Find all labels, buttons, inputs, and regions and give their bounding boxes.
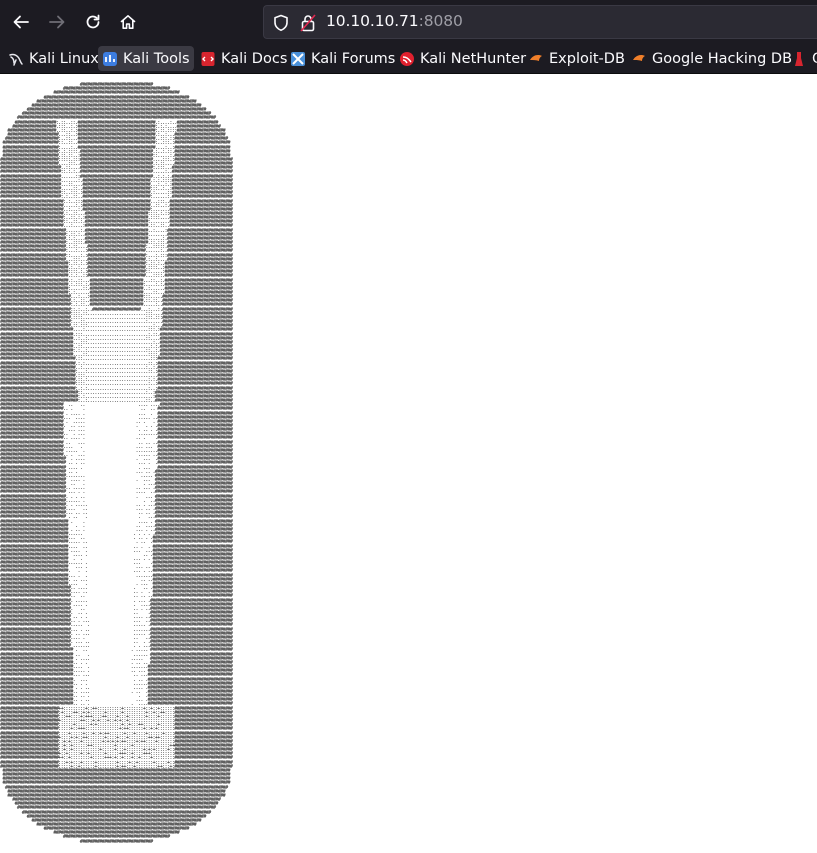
back-button[interactable]	[6, 7, 36, 37]
kali-forums-icon	[290, 51, 306, 67]
url-bar[interactable]: 10.10.10.71:8080	[263, 5, 817, 39]
insecure-lock-icon[interactable]	[300, 14, 316, 36]
url-text[interactable]: 10.10.10.71:8080	[326, 12, 463, 30]
forward-button[interactable]	[42, 7, 72, 37]
kali-tools-icon	[102, 51, 118, 67]
page-content: ############################## #########…	[0, 74, 817, 853]
bookmark-kali-forums[interactable]: Kali Forums	[286, 46, 399, 71]
bookmark-label: Kali Docs	[221, 50, 288, 67]
bookmark-exploit-db[interactable]: Exploit-DB	[524, 46, 629, 71]
kali-dragon-icon	[8, 51, 24, 67]
arrow-right-icon	[49, 15, 65, 29]
bookmark-label: O	[812, 51, 817, 67]
bookmarks-toolbar: Kali Linux Kali Tools Kali Docs Kali For…	[0, 44, 817, 74]
bookmark-kali-linux[interactable]: Kali Linux	[4, 46, 103, 71]
shield-icon[interactable]	[273, 14, 289, 36]
bookmark-kali-nethunter[interactable]: Kali NetHunter	[395, 46, 530, 71]
bookmark-label: Exploit-DB	[549, 50, 625, 67]
bookmark-label: Kali Linux	[29, 50, 99, 67]
bookmark-label: Kali NetHunter	[420, 50, 527, 67]
reload-button[interactable]	[78, 7, 108, 37]
url-port: :8080	[418, 12, 463, 30]
browser-toolbar: 10.10.10.71:8080	[0, 0, 817, 44]
bookmark-label: Kali Forums	[311, 50, 396, 67]
bookmark-label: Kali Tools	[123, 50, 190, 67]
nethunter-icon	[399, 51, 415, 67]
bookmark-kali-tools[interactable]: Kali Tools	[98, 46, 194, 71]
offsec-icon	[791, 51, 807, 67]
exploit-db-icon	[528, 51, 544, 67]
bookmark-google-hacking-db[interactable]: Google Hacking DB	[627, 46, 796, 71]
ascii-art-image: ############################## #########…	[0, 82, 233, 845]
arrow-left-icon	[13, 15, 29, 29]
bookmark-offsec[interactable]: O	[787, 46, 817, 71]
kali-docs-icon	[200, 51, 216, 67]
home-button[interactable]	[113, 7, 143, 37]
bookmark-label: Google Hacking DB	[652, 50, 793, 67]
url-host: 10.10.10.71	[326, 12, 419, 30]
ghdb-icon	[631, 51, 647, 67]
reload-icon	[86, 14, 100, 29]
home-icon	[120, 15, 136, 29]
bookmark-kali-docs[interactable]: Kali Docs	[196, 46, 291, 71]
